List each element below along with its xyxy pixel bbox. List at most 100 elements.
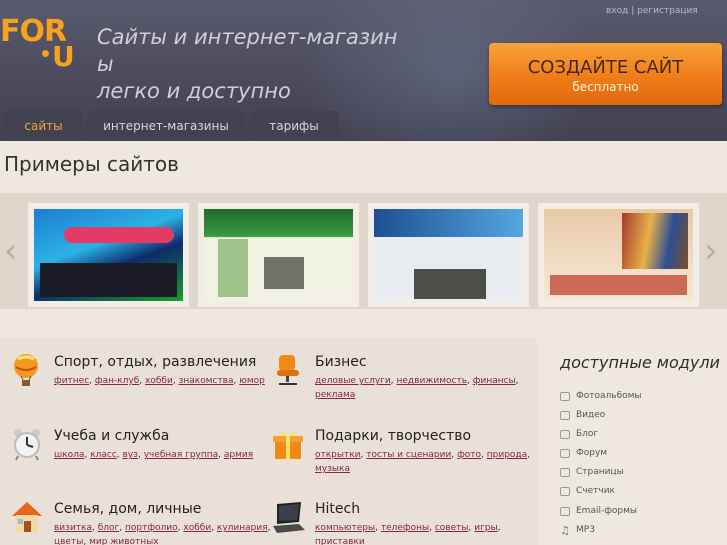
module-label: Email-формы xyxy=(576,505,638,516)
category-link[interactable]: финансы xyxy=(473,376,516,386)
module-label: Форум xyxy=(576,448,608,459)
module-item[interactable]: Фотоальбомы xyxy=(560,387,727,406)
examples-title: Примеры сайтов xyxy=(4,152,179,176)
category-link[interactable]: вуз xyxy=(123,450,138,460)
category-title: Семья, дом, личные xyxy=(54,501,202,517)
screenshot-header xyxy=(374,209,523,237)
category-link[interactable]: фитнес xyxy=(54,376,89,386)
category-link[interactable]: визитка xyxy=(54,523,92,533)
site-screenshot xyxy=(34,209,183,301)
laptop-icon xyxy=(271,500,305,534)
category-link[interactable]: учебная группа xyxy=(144,450,218,460)
screenshot-image xyxy=(414,269,486,299)
create-site-button[interactable]: СОЗДАЙТЕ САЙТ бесплатно xyxy=(489,43,722,105)
module-item[interactable]: Страницы xyxy=(560,463,727,482)
category-link[interactable]: деловые услуги xyxy=(315,376,391,386)
category-link[interactable]: советы xyxy=(435,523,469,533)
category-link[interactable]: фото xyxy=(457,450,481,460)
category-link[interactable]: юмор xyxy=(239,376,265,386)
category-link[interactable]: армия xyxy=(224,450,253,460)
module-item[interactable]: Блог xyxy=(560,425,727,444)
module-item[interactable]: Видео xyxy=(560,406,727,425)
category-link[interactable]: открытки xyxy=(315,450,361,460)
category-link[interactable]: цветы xyxy=(54,537,83,545)
module-label: Фотоальбомы xyxy=(576,391,642,401)
screenshot-image xyxy=(622,213,688,269)
logo-text-bottom: U xyxy=(52,40,75,73)
screenshot-banner xyxy=(64,227,174,243)
category-links: деловые услуги, недвижимость, финансы, р… xyxy=(315,376,519,400)
category-title: Hitech xyxy=(315,501,361,517)
category-title: Учеба и служба xyxy=(54,428,170,444)
category-link[interactable]: компьютеры xyxy=(315,523,375,533)
cta-subtitle: бесплатно xyxy=(572,80,639,94)
logo-dot xyxy=(42,50,49,57)
site-screenshot xyxy=(544,209,693,301)
cta-title: СОЗДАЙТЕ САЙТ xyxy=(527,57,684,78)
chat-icon xyxy=(560,430,570,440)
tab-stores[interactable]: интернет-магазины xyxy=(87,111,245,141)
screenshot-image xyxy=(264,257,304,289)
category-link[interactable]: класс xyxy=(90,450,117,460)
tagline-line2: ы xyxy=(97,52,114,76)
logo[interactable]: FOR U xyxy=(0,16,80,72)
modules-list: доступные модули Фотоальбомы Видео Блог … xyxy=(560,353,727,540)
module-item[interactable]: ♫ MP3 xyxy=(560,521,727,540)
category-link[interactable]: телефоны xyxy=(381,523,429,533)
chair-icon xyxy=(271,353,305,387)
category-links: фитнес, фан-клуб, хобби, знакомства, юмо… xyxy=(54,376,265,386)
category-links: компьютеры, телефоны, советы, игры, прис… xyxy=(315,523,501,545)
chevron-right-icon[interactable]: › xyxy=(704,233,718,269)
forum-icon xyxy=(560,449,570,459)
tagline-line1: Сайты и интернет-магазин xyxy=(97,25,398,49)
category-link[interactable]: игры xyxy=(474,523,497,533)
page-icon xyxy=(560,468,570,478)
module-label: Страницы xyxy=(576,467,624,478)
category-link[interactable]: тосты и сценарии xyxy=(366,450,451,460)
modules-title: доступные модули xyxy=(560,353,720,372)
register-link[interactable]: регистрация xyxy=(637,6,698,16)
category-link[interactable]: хобби xyxy=(145,376,173,386)
camera-icon xyxy=(560,392,570,401)
header: FOR U Сайты и интернет-магазин ы легко и… xyxy=(0,0,727,141)
chevron-left-icon[interactable]: ‹ xyxy=(4,233,18,269)
example-site-1[interactable] xyxy=(28,203,189,307)
category-link[interactable]: мир животных xyxy=(89,537,159,545)
category-link[interactable]: блог xyxy=(98,523,120,533)
film-icon xyxy=(560,411,570,421)
category-link[interactable]: кулинария xyxy=(217,523,268,533)
examples-slider: ‹ › xyxy=(0,193,727,309)
example-site-2[interactable] xyxy=(198,203,359,307)
category-title: Бизнес xyxy=(315,354,367,370)
category-link[interactable]: фан-клуб xyxy=(95,376,139,386)
screenshot-column xyxy=(218,239,248,297)
example-site-3[interactable] xyxy=(368,203,529,307)
site-screenshot xyxy=(374,209,523,301)
category-link[interactable]: природа xyxy=(487,450,527,460)
category-title: Подарки, творчество xyxy=(315,428,472,444)
module-item[interactable]: Форум xyxy=(560,444,727,463)
category-link[interactable]: школа xyxy=(54,450,84,460)
screenshot-row xyxy=(550,275,687,295)
screenshot-block xyxy=(40,263,177,297)
category-link[interactable]: портфолио xyxy=(125,523,178,533)
example-site-4[interactable] xyxy=(538,203,699,307)
category-links: визитка, блог, портфолио, хобби, кулинар… xyxy=(54,523,271,545)
category-link[interactable]: реклама xyxy=(315,390,355,400)
tagline: Сайты и интернет-магазин ы легко и досту… xyxy=(97,24,417,105)
category-link[interactable]: знакомства xyxy=(179,376,234,386)
mail-icon xyxy=(560,506,570,516)
module-item[interactable]: Счетчик xyxy=(560,482,727,501)
auth-separator: | xyxy=(628,6,638,16)
login-link[interactable]: вход xyxy=(606,6,628,16)
tab-sites[interactable]: сайты xyxy=(4,111,83,141)
category-link[interactable]: музыка xyxy=(315,464,350,474)
auth-links: вход | регистрация xyxy=(606,6,698,16)
category-link[interactable]: приставки xyxy=(315,537,365,545)
category-link[interactable]: хобби xyxy=(183,523,211,533)
counter-icon xyxy=(560,487,570,497)
module-item[interactable]: Email-формы xyxy=(560,502,727,521)
category-link[interactable]: недвижимость xyxy=(397,376,468,386)
tagline-line3: легко и доступно xyxy=(97,79,291,103)
tab-pricing[interactable]: тарифы xyxy=(249,111,339,141)
